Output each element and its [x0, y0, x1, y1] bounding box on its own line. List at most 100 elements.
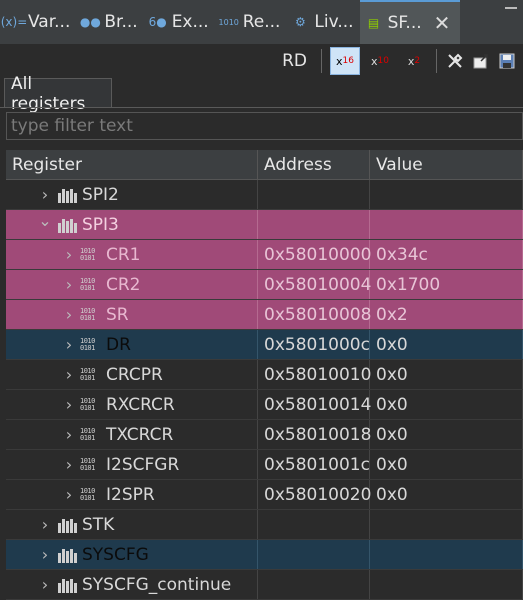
address-cell [258, 570, 370, 599]
chevron-down-icon[interactable]: ⌄ [38, 211, 52, 230]
tab-sfrs[interactable]: ▤ SF... ✕ [359, 0, 461, 44]
chevron-right-icon[interactable]: › [62, 305, 76, 324]
table-row[interactable]: › 1010 0101 TXCRCR 0x58010018 0x0 [6, 420, 523, 450]
view-tab-strip: (x)= Var... ●● Br... 6● Ex... 1010 Re...… [0, 0, 523, 44]
hex-format-button[interactable]: x 16 [330, 47, 360, 75]
register-icon: 1010 0101 [80, 337, 95, 352]
register-name: DR [106, 334, 131, 355]
register-icon: 1010 0101 [80, 397, 95, 412]
chevron-right-icon[interactable]: › [38, 185, 52, 204]
sfr-icon: ▤ [367, 16, 380, 30]
register-name: I2SPR [106, 484, 155, 505]
table-row[interactable]: › 1010 0101 CRCPR 0x58010010 0x0 [6, 360, 523, 390]
expressions-icon: 6● [148, 15, 167, 29]
address-cell: 0x5801000c [258, 330, 370, 359]
register-name: STK [82, 514, 115, 535]
value-cell[interactable]: 0x1700 [370, 270, 523, 299]
table-row[interactable]: › STK [6, 510, 523, 540]
register-cell: › 1010 0101 SR [6, 300, 258, 329]
breakpoints-icon: ●● [79, 15, 101, 29]
export-icon[interactable] [471, 51, 491, 71]
divider [0, 107, 523, 108]
registers-icon: 1010 [218, 17, 239, 27]
register-cell: › 1010 0101 CR2 [6, 270, 258, 299]
tab-registers[interactable]: 1010 Re... [215, 0, 287, 44]
address-cell [258, 540, 370, 569]
column-header-address[interactable]: Address [258, 150, 370, 179]
table-row[interactable]: › 1010 0101 RXCRCR 0x58010014 0x0 [6, 390, 523, 420]
tab-all-registers[interactable]: All registers [4, 74, 112, 114]
tab-breakpoints[interactable]: ●● Br... [76, 0, 143, 44]
close-icon[interactable]: ✕ [434, 11, 451, 35]
address-cell [258, 510, 370, 539]
address-cell [258, 180, 370, 209]
table-row[interactable]: ⌄ SPI3 [6, 210, 523, 240]
save-icon[interactable] [497, 51, 517, 71]
column-header-value[interactable]: Value [370, 150, 523, 179]
variables-icon: (x)= [0, 15, 28, 29]
binary-format-button[interactable]: x2 [400, 48, 428, 74]
chevron-right-icon[interactable]: › [62, 365, 76, 384]
value-cell[interactable]: 0x0 [370, 330, 523, 359]
chevron-right-icon[interactable]: › [62, 275, 76, 294]
value-cell[interactable] [370, 210, 523, 239]
chevron-right-icon[interactable]: › [62, 425, 76, 444]
value-cell[interactable] [370, 570, 523, 599]
chevron-right-icon[interactable]: › [62, 245, 76, 264]
register-name: SYSCFG_continue [82, 574, 232, 595]
table-row[interactable]: › SYSCFG [6, 540, 523, 570]
address-cell: 0x58010000 [258, 240, 371, 269]
tab-expressions[interactable]: 6● Ex... [144, 0, 215, 44]
register-cell: › SYSCFG_continue [6, 570, 258, 599]
register-name: CRCPR [106, 364, 163, 385]
value-cell[interactable] [370, 510, 523, 539]
chevron-right-icon[interactable]: › [38, 515, 52, 534]
chevron-right-icon[interactable]: › [38, 575, 52, 594]
register-name: SPI2 [82, 184, 119, 205]
column-header-register[interactable]: Register [6, 150, 258, 179]
value-cell[interactable]: 0x34c [370, 240, 523, 269]
register-cell: › STK [6, 510, 258, 539]
chevron-right-icon[interactable]: › [62, 395, 76, 414]
chevron-right-icon[interactable]: › [62, 455, 76, 474]
chevron-right-icon[interactable]: › [62, 335, 76, 354]
table-row[interactable]: › 1010 0101 SR 0x58010008 0x2 [6, 300, 523, 330]
value-cell[interactable] [370, 540, 523, 569]
peripheral-icon [56, 547, 78, 563]
peripheral-icon [56, 187, 78, 203]
value-cell[interactable]: 0x0 [370, 450, 523, 479]
table-row[interactable]: › 1010 0101 I2SCFGR 0x5801001c 0x0 [6, 450, 523, 480]
value-cell[interactable]: 0x0 [370, 420, 523, 449]
tab-live-expressions[interactable]: ⚙ Liv... [286, 0, 359, 44]
configure-icon[interactable] [445, 51, 465, 71]
value-cell[interactable]: 0x0 [370, 480, 523, 509]
value-cell[interactable]: 0x0 [370, 360, 523, 389]
read-button[interactable]: RD [276, 48, 313, 74]
register-icon: 1010 0101 [80, 307, 95, 322]
address-cell: 0x58010008 [258, 300, 371, 329]
register-name: SYSCFG [82, 544, 149, 565]
decimal-format-button[interactable]: x 10 [366, 48, 394, 74]
tab-label: Liv... [314, 12, 354, 32]
tab-variables[interactable]: (x)= Var... [0, 0, 76, 44]
value-cell[interactable]: 0x2 [370, 300, 523, 329]
register-icon: 1010 0101 [80, 487, 95, 502]
minimize-icon[interactable] [505, 4, 517, 9]
chevron-right-icon[interactable]: › [62, 485, 76, 504]
table-row[interactable]: › 1010 0101 I2SPR 0x58010020 0x0 [6, 480, 523, 510]
table-row[interactable]: › SYSCFG_continue [6, 570, 523, 600]
peripheral-icon [56, 217, 78, 233]
table-row[interactable]: › 1010 0101 CR1 0x58010000 0x34c [6, 240, 523, 270]
table-row[interactable]: › 1010 0101 DR 0x5801000c 0x0 [6, 330, 523, 360]
address-cell: 0x58010020 [258, 480, 371, 509]
address-cell: 0x58010014 [258, 390, 371, 419]
value-cell[interactable] [370, 180, 523, 209]
address-cell [258, 210, 370, 239]
filter-input[interactable]: type filter text [6, 112, 523, 140]
register-name: I2SCFGR [106, 454, 180, 475]
table-row[interactable]: › 1010 0101 CR2 0x58010004 0x1700 [6, 270, 523, 300]
value-cell[interactable]: 0x0 [370, 390, 523, 419]
register-name: CR1 [106, 244, 141, 265]
table-row[interactable]: › SPI2 [6, 180, 523, 210]
chevron-right-icon[interactable]: › [38, 545, 52, 564]
